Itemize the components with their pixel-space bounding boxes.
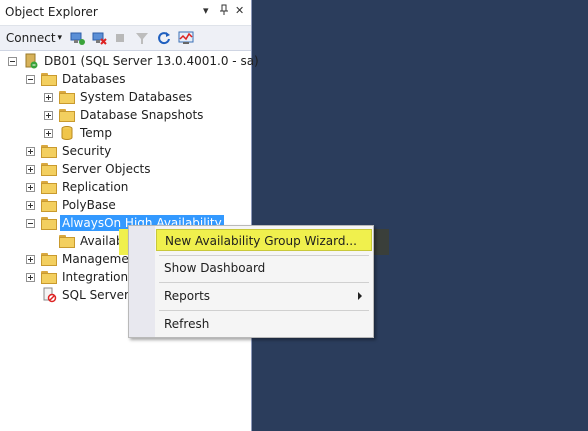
system-databases-label: System Databases bbox=[80, 90, 193, 104]
folder-icon bbox=[41, 252, 57, 266]
folder-icon bbox=[59, 108, 75, 122]
tree-node-database-snapshots[interactable]: Database Snapshots bbox=[44, 106, 205, 124]
object-explorer-panel: Object Explorer ▾ ✕ Connect ▾ DB01 (SQL … bbox=[0, 0, 259, 431]
menu-item-refresh[interactable]: Refresh bbox=[156, 313, 372, 335]
menu-item-reports[interactable]: Reports bbox=[156, 285, 372, 307]
pin-icon[interactable] bbox=[219, 4, 229, 19]
temp-label: Temp bbox=[80, 126, 112, 140]
server-label: DB01 (SQL Server 13.0.4001.0 - sa) bbox=[44, 54, 259, 68]
filter-icon[interactable] bbox=[134, 29, 150, 47]
document-area bbox=[252, 0, 588, 431]
expand-icon[interactable] bbox=[26, 272, 35, 282]
tree-node-databases[interactable]: Databases bbox=[26, 70, 128, 88]
collapse-icon[interactable] bbox=[8, 56, 17, 66]
folder-icon bbox=[59, 90, 75, 104]
connect-button[interactable]: Connect ▾ bbox=[5, 29, 63, 47]
expand-icon[interactable] bbox=[44, 110, 53, 120]
tree-node-temp[interactable]: Temp bbox=[44, 124, 114, 142]
expand-icon[interactable] bbox=[26, 254, 35, 264]
connect-label: Connect bbox=[5, 31, 56, 45]
submenu-arrow-icon bbox=[358, 292, 362, 300]
expand-icon[interactable] bbox=[44, 128, 53, 138]
activity-monitor-icon[interactable] bbox=[177, 29, 195, 47]
folder-icon bbox=[41, 72, 57, 86]
collapse-icon[interactable] bbox=[26, 74, 35, 84]
collapse-icon[interactable] bbox=[26, 218, 35, 228]
polybase-label: PolyBase bbox=[62, 198, 116, 212]
expand-icon[interactable] bbox=[26, 164, 35, 174]
database-icon bbox=[59, 125, 75, 141]
close-icon[interactable]: ✕ bbox=[235, 4, 244, 17]
chevron-down-icon: ▾ bbox=[57, 33, 63, 43]
tree-node-security[interactable]: Security bbox=[26, 142, 113, 160]
folder-icon bbox=[41, 162, 57, 176]
tree-node-polybase[interactable]: PolyBase bbox=[26, 196, 118, 214]
disconnect-icon[interactable] bbox=[90, 29, 108, 47]
menu-item-show-dashboard[interactable]: Show Dashboard bbox=[156, 257, 372, 279]
database-snapshots-label: Database Snapshots bbox=[80, 108, 204, 122]
reports-label: Reports bbox=[164, 289, 211, 303]
server-icon bbox=[23, 53, 39, 69]
window-position-dropdown-icon[interactable]: ▾ bbox=[203, 4, 209, 17]
menu-highlight-shadow bbox=[372, 229, 389, 255]
refresh-icon[interactable] bbox=[156, 29, 172, 47]
expand-icon[interactable] bbox=[26, 200, 35, 210]
toolbar: Connect ▾ bbox=[0, 26, 251, 51]
expand-icon[interactable] bbox=[26, 146, 35, 156]
tree-node-server-objects[interactable]: Server Objects bbox=[26, 160, 153, 178]
folder-icon bbox=[41, 198, 57, 212]
menu-separator bbox=[159, 282, 369, 283]
menu-separator bbox=[159, 310, 369, 311]
tree-node-integration-services[interactable]: Integration S bbox=[26, 268, 142, 286]
sql-agent-icon bbox=[41, 287, 57, 303]
server-objects-label: Server Objects bbox=[62, 162, 151, 176]
panel-title-bar: Object Explorer ▾ ✕ bbox=[0, 0, 251, 26]
tree-node-replication[interactable]: Replication bbox=[26, 178, 130, 196]
folder-icon bbox=[41, 144, 57, 158]
folder-icon bbox=[41, 180, 57, 194]
security-label: Security bbox=[62, 144, 112, 158]
menu-gutter bbox=[129, 226, 155, 337]
databases-label: Databases bbox=[62, 72, 126, 86]
replication-label: Replication bbox=[62, 180, 129, 194]
tree-node-server[interactable]: DB01 (SQL Server 13.0.4001.0 - sa) bbox=[8, 52, 261, 70]
connect-object-explorer-icon[interactable] bbox=[68, 29, 86, 47]
context-menu: New Availability Group Wizard... Show Da… bbox=[128, 225, 374, 338]
menu-item-new-availability-group-wizard[interactable]: New Availability Group Wizard... bbox=[156, 229, 372, 251]
menu-separator bbox=[159, 255, 369, 256]
folder-icon bbox=[41, 270, 57, 284]
expand-icon[interactable] bbox=[44, 92, 53, 102]
folder-icon bbox=[59, 234, 75, 248]
tree-node-system-databases[interactable]: System Databases bbox=[44, 88, 194, 106]
stop-icon[interactable] bbox=[112, 29, 128, 47]
folder-icon bbox=[41, 216, 57, 230]
panel-title: Object Explorer bbox=[5, 5, 98, 19]
expand-icon[interactable] bbox=[26, 182, 35, 192]
